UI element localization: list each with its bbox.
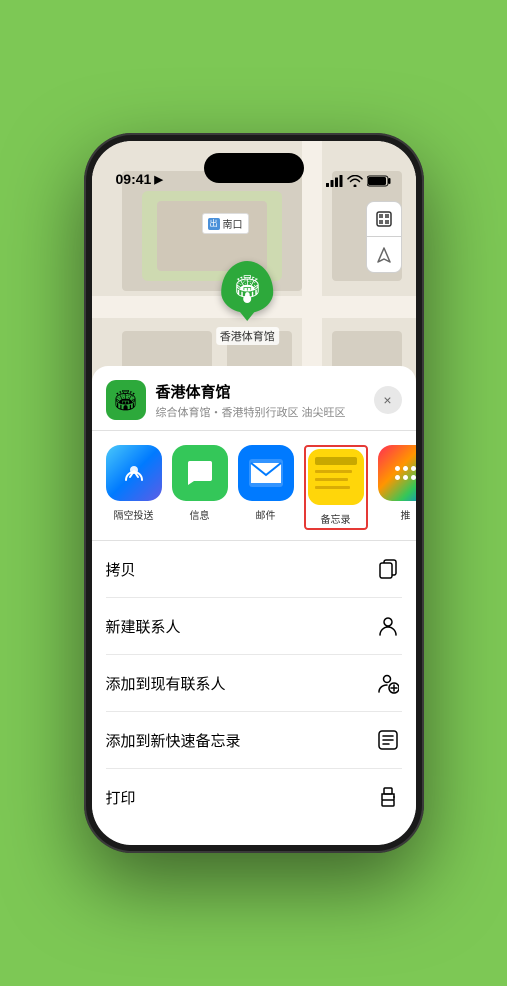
printer-icon: [374, 783, 402, 811]
venue-subtitle: 综合体育馆・香港特别行政区 油尖旺区: [156, 404, 374, 420]
more-icon: [378, 445, 416, 501]
marker-label: 香港体育馆: [216, 327, 279, 345]
messages-label: 信息: [190, 507, 210, 522]
share-notes[interactable]: 备忘录: [304, 445, 368, 530]
person-icon: [374, 612, 402, 640]
phone-screen: 09:41 ▶: [92, 141, 416, 845]
wifi-icon: [347, 175, 363, 187]
action-add-contact[interactable]: 添加到现有联系人: [106, 655, 402, 712]
bottom-sheet: 🏟 香港体育馆 综合体育馆・香港特别行政区 油尖旺区 ×: [92, 366, 416, 845]
action-copy[interactable]: 拷贝: [106, 541, 402, 598]
venue-icon: 🏟: [106, 380, 146, 420]
map-layers-button[interactable]: [366, 201, 402, 237]
quick-note-label: 添加到新快速备忘录: [106, 730, 241, 751]
location-arrow-icon: ▶: [154, 173, 162, 186]
share-messages[interactable]: 信息: [172, 445, 228, 530]
status-icons: [326, 175, 392, 187]
action-list: 拷贝 新建联系人: [92, 541, 416, 825]
copy-label: 拷贝: [106, 559, 136, 580]
share-airdrop[interactable]: 隔空投送: [106, 445, 162, 530]
marker-pin: 🏟: [221, 261, 273, 313]
location-marker: 🏟 香港体育馆: [216, 261, 279, 345]
location-arrow-icon: [375, 246, 393, 264]
dynamic-island: [204, 153, 304, 183]
map-south-entrance: 出 南口: [202, 213, 249, 234]
airdrop-icon: [106, 445, 162, 501]
signal-icon: [326, 175, 343, 187]
action-quick-note[interactable]: 添加到新快速备忘录: [106, 712, 402, 769]
map-label-icon: 出: [208, 218, 220, 230]
location-button[interactable]: [366, 237, 402, 273]
action-new-contact[interactable]: 新建联系人: [106, 598, 402, 655]
venue-name: 香港体育馆: [156, 381, 374, 402]
add-contact-label: 添加到现有联系人: [106, 673, 226, 694]
more-label: 推: [401, 507, 411, 522]
notes-label: 备忘录: [321, 511, 351, 526]
person-add-icon: [374, 669, 402, 697]
venue-info: 香港体育馆 综合体育馆・香港特别行政区 油尖旺区: [156, 381, 374, 420]
marker-dot: [243, 295, 251, 303]
battery-icon: [367, 175, 392, 187]
notes-icon: [308, 449, 364, 505]
action-print[interactable]: 打印: [106, 769, 402, 825]
share-apps-row: 隔空投送 信息: [92, 431, 416, 541]
copy-icon: [374, 555, 402, 583]
status-time: 09:41 ▶: [116, 171, 163, 187]
map-label-text: 南口: [223, 216, 243, 231]
share-mail[interactable]: 邮件: [238, 445, 294, 530]
map-controls: [366, 201, 402, 273]
share-more[interactable]: 推: [378, 445, 416, 530]
mail-icon: [238, 445, 294, 501]
phone-frame: 09:41 ▶: [84, 133, 424, 853]
sheet-header: 🏟 香港体育馆 综合体育馆・香港特别行政区 油尖旺区 ×: [92, 366, 416, 431]
new-contact-label: 新建联系人: [106, 616, 181, 637]
time-display: 09:41: [116, 171, 152, 187]
airdrop-label: 隔空投送: [114, 507, 154, 522]
map-layers-icon: [375, 210, 393, 228]
close-button[interactable]: ×: [374, 386, 402, 414]
note-icon: [374, 726, 402, 754]
print-label: 打印: [106, 787, 136, 808]
mail-label: 邮件: [256, 507, 276, 522]
messages-icon: [172, 445, 228, 501]
